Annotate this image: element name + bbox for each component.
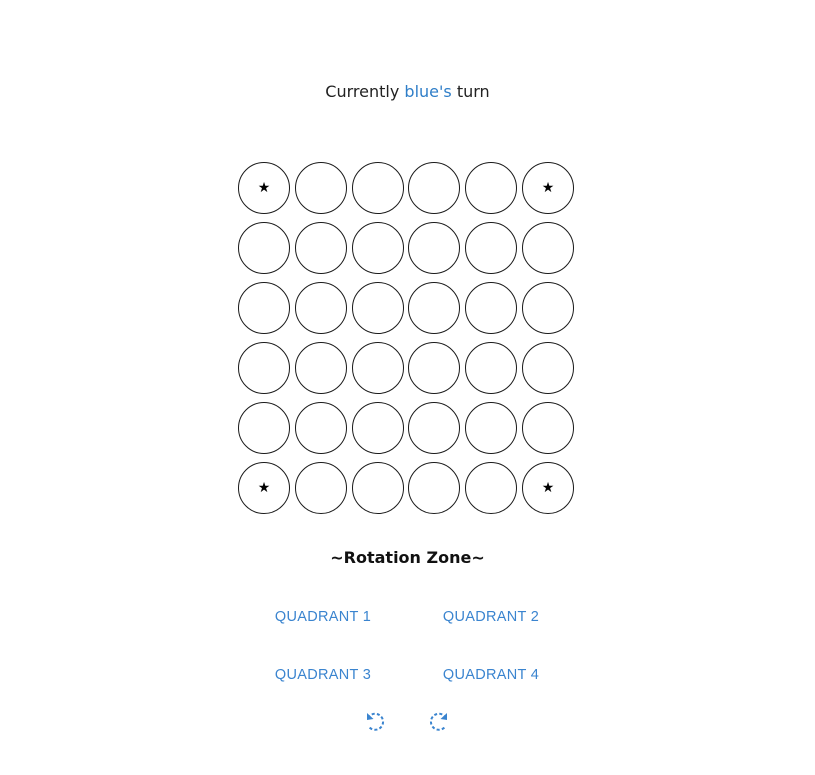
board-cell-r2-c2[interactable]: [294, 222, 347, 274]
quadrant-2-button[interactable]: QUADRANT 2: [421, 609, 561, 625]
board-cell-r4-c4[interactable]: [408, 342, 461, 394]
board-cell-r3-c1[interactable]: [238, 282, 290, 334]
board-cell-r1-c2[interactable]: [294, 162, 347, 214]
board-cell-r1-c4[interactable]: [408, 162, 461, 214]
board-cell-r4-c5[interactable]: [465, 342, 518, 394]
rotate-counterclockwise-button[interactable]: [363, 710, 387, 734]
rotate-clockwise-button[interactable]: [427, 710, 451, 734]
board-cell-r5-c6[interactable]: [521, 402, 574, 454]
rotate-clockwise-icon: [429, 712, 447, 731]
star-icon: ★: [257, 480, 271, 496]
board-cell-r4-c3[interactable]: [351, 342, 404, 394]
quadrant-4-button[interactable]: QUADRANT 4: [421, 667, 561, 683]
board-cell-r3-c2[interactable]: [294, 282, 347, 334]
board-cell-r3-c5[interactable]: [465, 282, 518, 334]
board-cell-r2-c3[interactable]: [351, 222, 404, 274]
board-cell-r6-c1[interactable]: ★: [238, 462, 290, 514]
board-cell-r4-c6[interactable]: [521, 342, 574, 394]
board-cell-r5-c2[interactable]: [294, 402, 347, 454]
turn-suffix: turn: [456, 82, 490, 101]
star-icon: ★: [257, 180, 271, 196]
board-cell-r6-c2[interactable]: [294, 462, 347, 514]
board-cell-r2-c6[interactable]: [521, 222, 574, 274]
board-cell-r6-c6[interactable]: ★: [521, 462, 574, 514]
board-cell-r4-c2[interactable]: [294, 342, 347, 394]
rotation-zone-title: ~Rotation Zone~: [330, 548, 485, 567]
board-cell-r5-c4[interactable]: [408, 402, 461, 454]
board-cell-r6-c5[interactable]: [465, 462, 518, 514]
board-cell-r4-c1[interactable]: [238, 342, 290, 394]
board-cell-r1-c5[interactable]: [465, 162, 518, 214]
board-cell-r3-c6[interactable]: [521, 282, 574, 334]
board-cell-r1-c1[interactable]: ★: [238, 162, 290, 214]
board-cell-r3-c4[interactable]: [408, 282, 461, 334]
game-board: ★ ★ ★ ★: [238, 162, 576, 520]
star-icon: ★: [541, 480, 555, 496]
board-cell-r2-c4[interactable]: [408, 222, 461, 274]
quadrant-1-button[interactable]: QUADRANT 1: [253, 609, 393, 625]
board-cell-r3-c3[interactable]: [351, 282, 404, 334]
board-cell-r6-c4[interactable]: [408, 462, 461, 514]
quadrant-3-button[interactable]: QUADRANT 3: [253, 667, 393, 683]
board-cell-r2-c1[interactable]: [238, 222, 290, 274]
turn-indicator: Currently blue's turn: [0, 82, 815, 101]
board-cell-r5-c5[interactable]: [465, 402, 518, 454]
rotate-counterclockwise-icon: [367, 712, 385, 731]
board-cell-r6-c3[interactable]: [351, 462, 404, 514]
turn-prefix: Currently: [325, 82, 400, 101]
current-player: blue's: [404, 82, 452, 101]
star-icon: ★: [541, 180, 555, 196]
board-cell-r5-c3[interactable]: [351, 402, 404, 454]
board-cell-r1-c3[interactable]: [351, 162, 404, 214]
board-cell-r2-c5[interactable]: [465, 222, 518, 274]
board-cell-r5-c1[interactable]: [238, 402, 290, 454]
board-cell-r1-c6[interactable]: ★: [521, 162, 574, 214]
